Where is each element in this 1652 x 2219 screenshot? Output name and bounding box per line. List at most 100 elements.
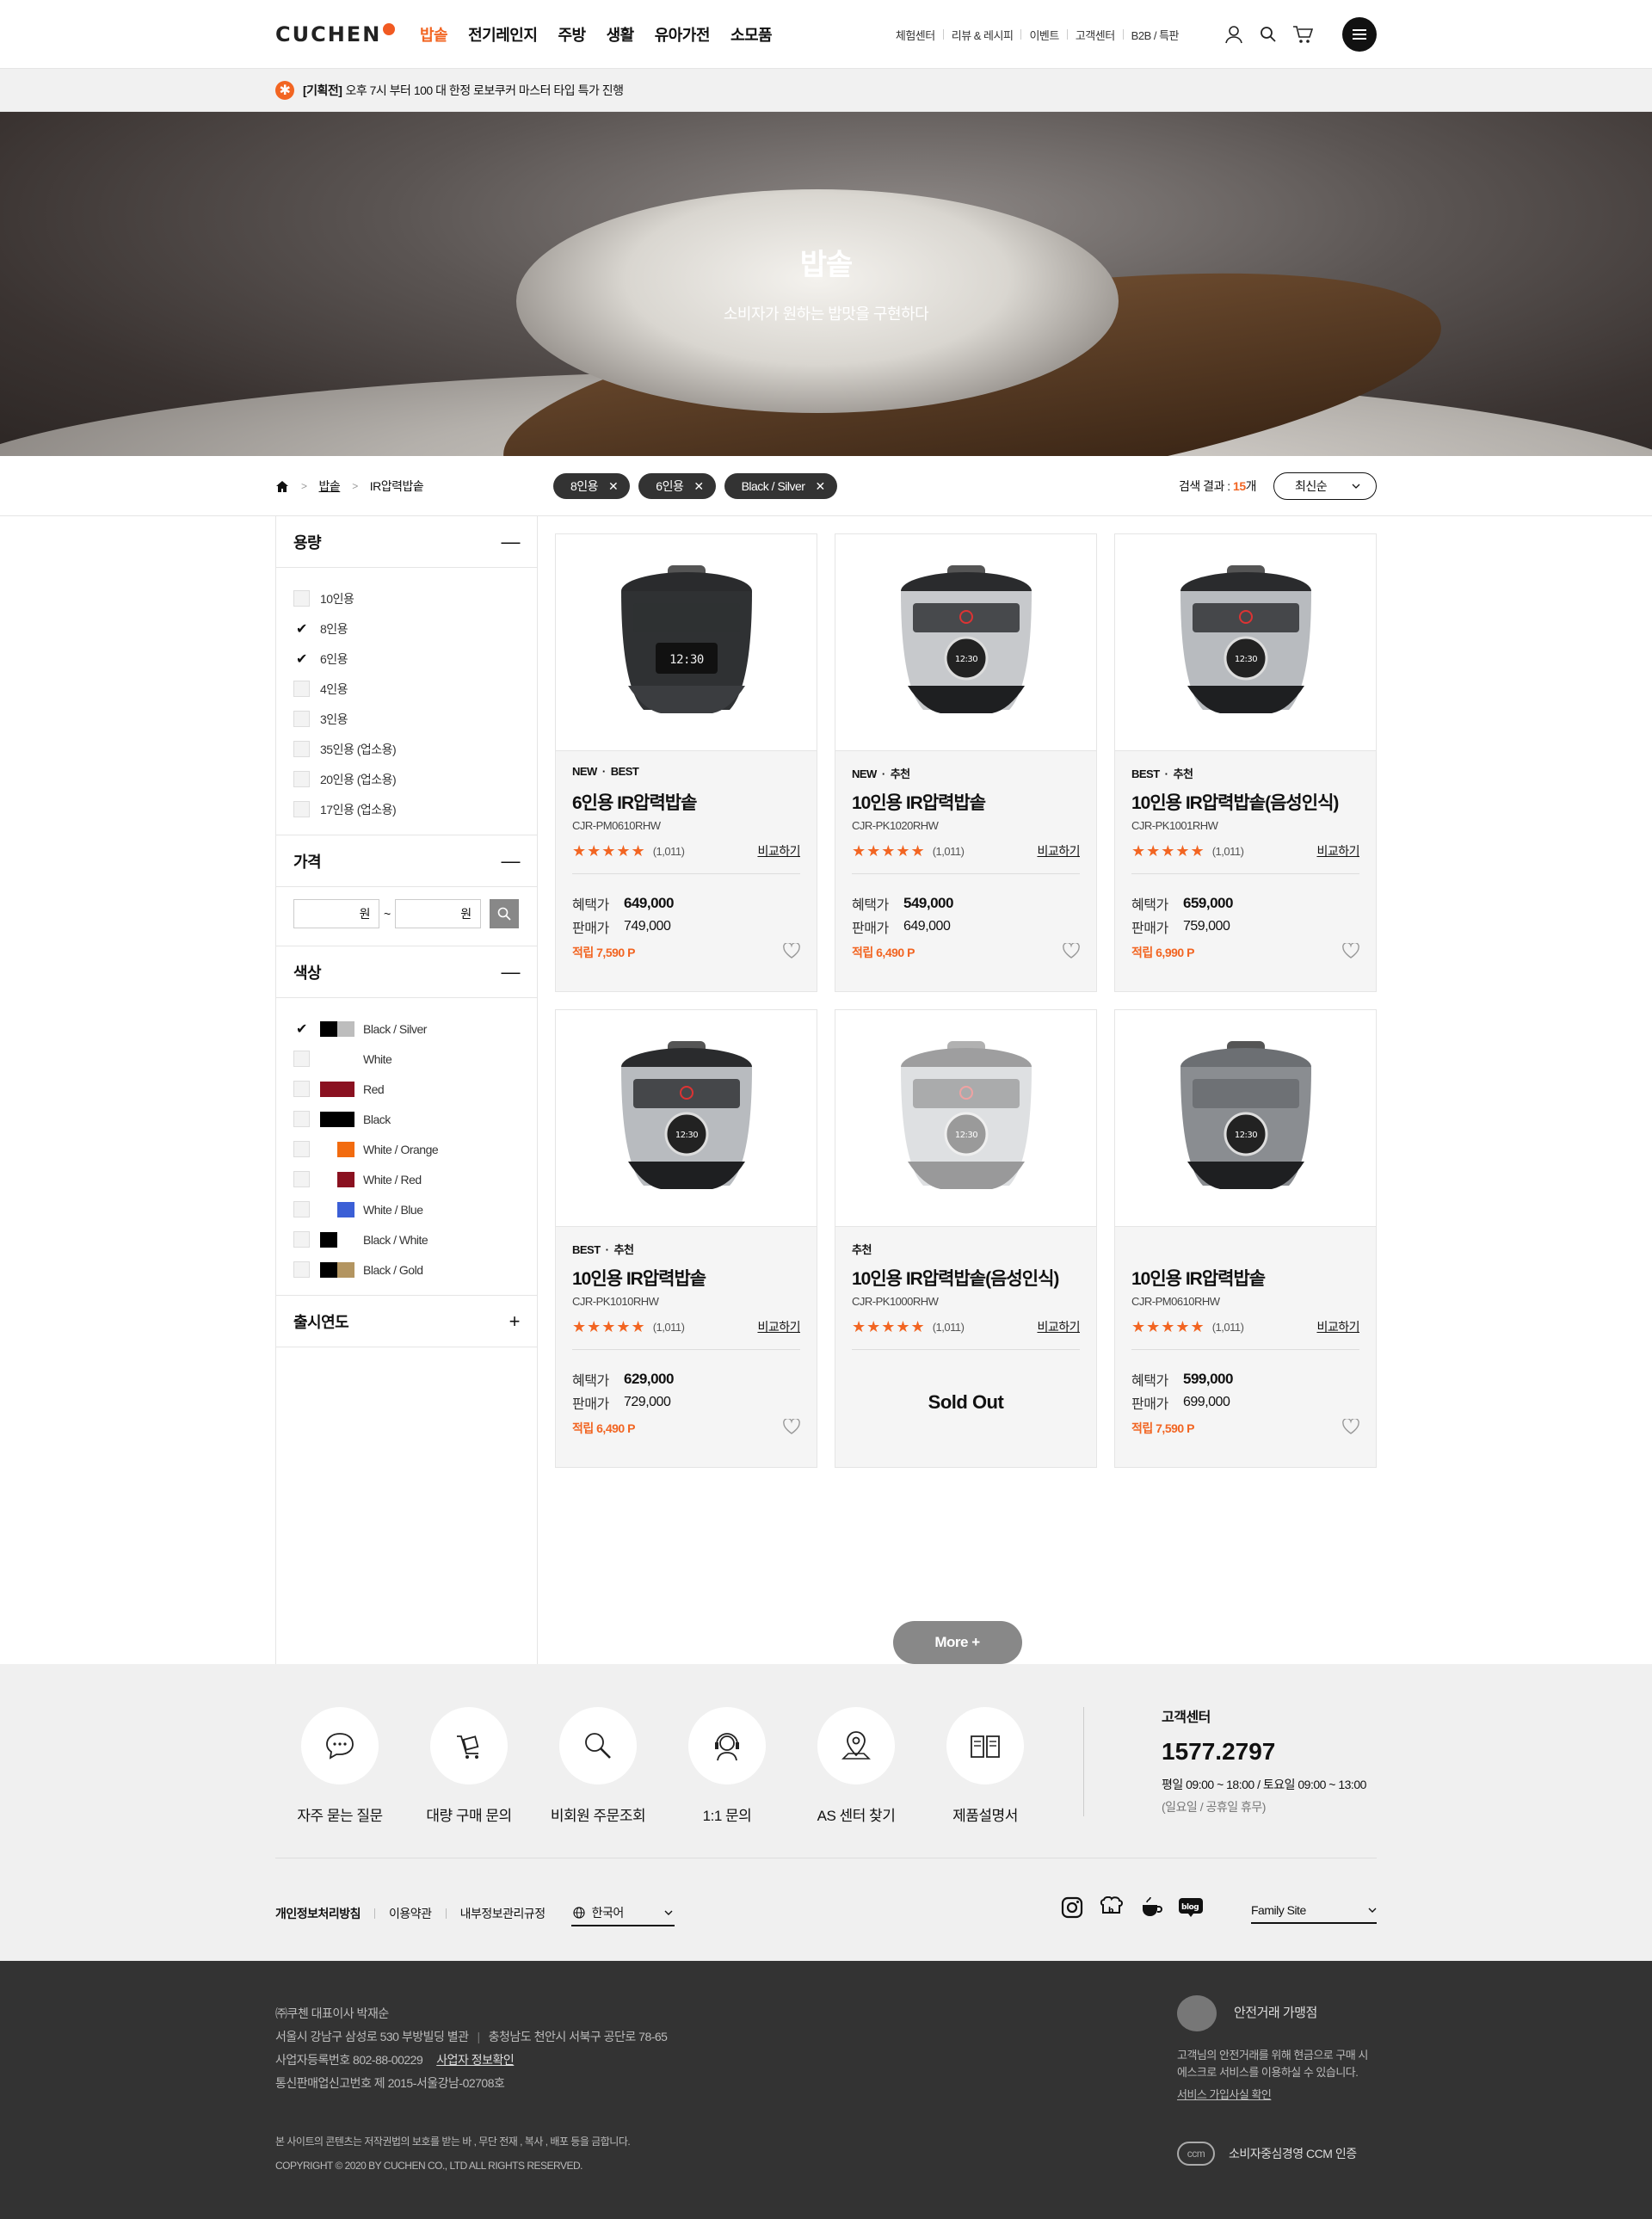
user-icon[interactable] (1224, 24, 1244, 45)
color-option[interactable]: White / Blue (293, 1194, 520, 1224)
compare-button[interactable]: 비교하기 (1316, 842, 1359, 860)
product-image[interactable]: 12:30 12:30 (556, 534, 817, 751)
color-option[interactable]: Black (293, 1104, 520, 1134)
capacity-option[interactable]: ✔ 8인용 (293, 613, 520, 644)
minus-icon[interactable]: — (502, 531, 521, 553)
util-review[interactable]: 리뷰 & 레시피 (952, 27, 1014, 43)
compare-button[interactable]: 비교하기 (1037, 842, 1080, 860)
price-max-input[interactable]: 원 (394, 899, 481, 928)
price-min-input[interactable]: 원 (293, 899, 379, 928)
product-name[interactable]: 10인용 IR압력밥솥 (1131, 1265, 1359, 1291)
capacity-option[interactable]: 4인용 (293, 674, 520, 704)
capacity-option[interactable]: 17인용 (업소용) (293, 794, 520, 824)
capacity-option[interactable]: ✔ 6인용 (293, 644, 520, 674)
logo[interactable]: CUCHEN (275, 22, 420, 46)
search-icon[interactable] (1258, 24, 1279, 45)
service-link[interactable]: 1:1 문의 (663, 1707, 792, 1825)
nav-item-consumables[interactable]: 소모품 (730, 23, 773, 46)
menu-button[interactable] (1342, 17, 1377, 52)
service-link[interactable]: 대량 구매 문의 (404, 1707, 533, 1825)
blog-chef-icon[interactable]: b (1099, 1896, 1125, 1919)
filter-chip[interactable]: 8인용 ✕ (553, 473, 631, 499)
filter-group-price-header[interactable]: 가격 — (276, 835, 537, 887)
close-icon[interactable]: ✕ (815, 479, 825, 494)
business-info-link[interactable]: 사업자 정보확인 (436, 2053, 515, 2067)
internal-policy-link[interactable]: 내부정보관리규정 (460, 1905, 546, 1922)
product-name[interactable]: 10인용 IR압력밥솥 (852, 789, 1080, 815)
more-button[interactable]: More + (892, 1621, 1022, 1664)
checkbox[interactable] (293, 711, 310, 727)
product-name[interactable]: 6인용 IR압력밥솥 (572, 789, 800, 815)
product-card[interactable]: 12:30 12:30 BEST · 추천 10인용 IR압력밥솥(음성인식) CJR-… (1114, 533, 1377, 992)
capacity-option[interactable]: 20인용 (업소용) (293, 764, 520, 794)
util-event[interactable]: 이벤트 (1029, 27, 1059, 43)
filter-group-capacity-header[interactable]: 용량 — (276, 516, 537, 568)
heart-icon[interactable] (1342, 941, 1359, 961)
close-icon[interactable]: ✕ (693, 479, 704, 494)
filter-group-year-header[interactable]: 출시연도 + (276, 1296, 537, 1347)
capacity-option[interactable]: 3인용 (293, 704, 520, 734)
nav-item-kitchen[interactable]: 주방 (558, 23, 586, 46)
price-search-button[interactable] (489, 899, 519, 928)
filter-group-color-header[interactable]: 색상 — (276, 946, 537, 998)
notice-bar[interactable]: ✱ [기획전] 오후 7시 부터 100 대 한정 로보쿠커 마스터 타입 특가… (0, 69, 1652, 112)
heart-icon[interactable] (1342, 1417, 1359, 1437)
plus-icon[interactable]: + (509, 1310, 521, 1333)
color-option[interactable]: White (293, 1044, 520, 1074)
minus-icon[interactable]: — (502, 961, 521, 983)
product-card[interactable]: 12:30 12:30 NEW · 추천 10인용 IR압력밥솥 CJR-PK1020R… (835, 533, 1097, 992)
nav-item-induction[interactable]: 전기레인지 (468, 23, 538, 46)
home-icon[interactable] (275, 480, 289, 493)
checkbox[interactable]: ✔ (293, 620, 310, 637)
product-name[interactable]: 10인용 IR압력밥솥(음성인식) (1131, 789, 1359, 815)
color-option[interactable]: Black / Gold (293, 1254, 520, 1285)
heart-icon[interactable] (783, 941, 800, 961)
capacity-option[interactable]: 35인용 (업소용) (293, 734, 520, 764)
checkbox[interactable] (293, 1141, 310, 1157)
util-cs[interactable]: 고객센터 (1076, 27, 1115, 43)
breadcrumb-level1[interactable]: 밥솥 (319, 478, 341, 495)
instagram-icon[interactable] (1061, 1896, 1083, 1919)
close-icon[interactable]: ✕ (608, 479, 619, 494)
color-option[interactable]: White / Red (293, 1164, 520, 1194)
nav-item-rice-cooker[interactable]: 밥솥 (420, 23, 448, 46)
sort-select[interactable]: 최신순 (1273, 472, 1377, 500)
filter-chip[interactable]: 6인용 ✕ (638, 473, 716, 499)
checkbox[interactable] (293, 771, 310, 787)
compare-button[interactable]: 비교하기 (1316, 1318, 1359, 1335)
product-name[interactable]: 10인용 IR압력밥솥(음성인식) (852, 1265, 1080, 1291)
compare-button[interactable]: 비교하기 (1037, 1318, 1080, 1335)
heart-icon[interactable] (783, 1417, 800, 1437)
checkbox[interactable]: ✔ (293, 1020, 310, 1037)
compare-button[interactable]: 비교하기 (757, 1318, 800, 1335)
cafe-icon[interactable] (1140, 1896, 1162, 1919)
nav-item-living[interactable]: 생활 (607, 23, 635, 46)
privacy-link[interactable]: 개인정보처리방침 (275, 1905, 361, 1922)
checkbox[interactable] (293, 1111, 310, 1127)
family-site-select[interactable]: Family Site (1251, 1898, 1377, 1924)
color-option[interactable]: ✔ Black / Silver (293, 1014, 520, 1044)
service-link[interactable]: 제품설명서 (921, 1707, 1050, 1825)
capacity-option[interactable]: 10인용 (293, 583, 520, 613)
checkbox[interactable] (293, 741, 310, 757)
checkbox[interactable] (293, 1261, 310, 1278)
terms-link[interactable]: 이용약관 (389, 1905, 432, 1922)
product-image[interactable]: 12:30 12:30 (556, 1010, 817, 1227)
product-card[interactable]: 12:30 12:30 추천 10인용 IR압력밥솥(음성인식) CJR-PK100… (835, 1009, 1097, 1468)
color-option[interactable]: Black / White (293, 1224, 520, 1254)
product-name[interactable]: 10인용 IR압력밥솥 (572, 1265, 800, 1291)
checkbox[interactable] (293, 681, 310, 697)
checkbox[interactable] (293, 1051, 310, 1067)
checkbox[interactable] (293, 590, 310, 607)
service-link[interactable]: 자주 묻는 질문 (275, 1707, 404, 1825)
nav-item-baby[interactable]: 유아가전 (655, 23, 711, 46)
cart-icon[interactable] (1292, 24, 1313, 45)
product-image[interactable]: 12:30 12:30 (835, 534, 1096, 751)
product-image[interactable]: 12:30 12:30 (1115, 1010, 1376, 1227)
service-link[interactable]: AS 센터 찾기 (792, 1707, 921, 1825)
util-experience[interactable]: 체험센터 (896, 27, 935, 43)
product-card[interactable]: 12:30 12:30 NEW · BEST 6인용 IR압력밥솥 CJR-PM0610… (555, 533, 817, 992)
escrow-link[interactable]: 서비스 가입사실 확인 (1177, 2088, 1272, 2101)
minus-icon[interactable]: — (502, 850, 521, 872)
filter-chip[interactable]: Black / Silver ✕ (724, 473, 837, 499)
